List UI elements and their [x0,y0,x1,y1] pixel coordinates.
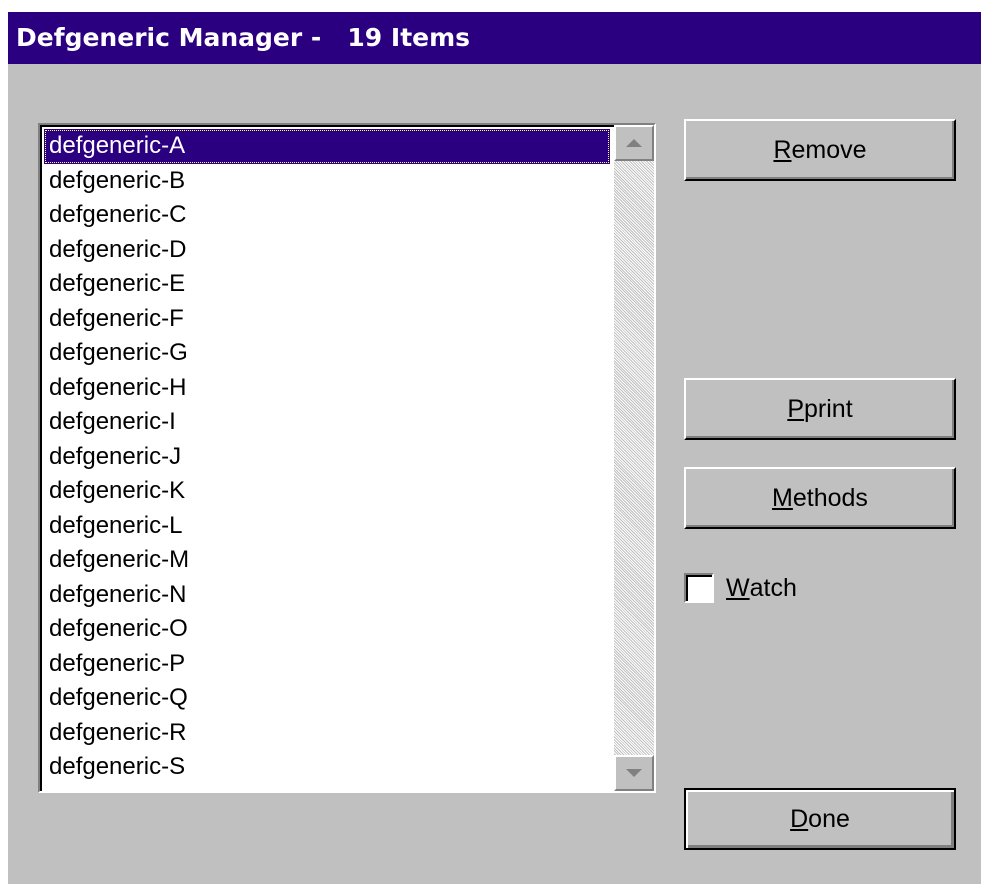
remove-button-label: emove [791,135,867,164]
watch-label: atch [749,573,797,602]
watch-checkbox[interactable] [684,573,714,603]
list-item[interactable]: defgeneric-B [44,164,610,199]
window-title: Defgeneric Manager - 19 Items [8,12,981,64]
scroll-up-button[interactable] [614,125,654,161]
done-button[interactable]: Done [684,788,956,850]
defgeneric-list[interactable]: defgeneric-A defgeneric-B defgeneric-C defg… [44,129,610,785]
list-item[interactable]: defgeneric-S [44,750,610,785]
list-item[interactable]: defgeneric-L [44,509,610,544]
list-item[interactable]: defgeneric-J [44,440,610,475]
done-button-label: one [808,804,850,833]
defgeneric-manager-window: Defgeneric Manager - 19 Items defgeneric… [8,12,981,884]
list-item[interactable]: defgeneric-G [44,336,610,371]
done-button-mnemonic: D [790,804,809,833]
list-item[interactable]: defgeneric-A [44,129,610,164]
scroll-down-button[interactable] [614,755,654,791]
pprint-button-mnemonic: P [787,394,805,423]
scroll-up-arrow-icon [626,139,642,147]
list-item[interactable]: defgeneric-E [44,267,610,302]
methods-button-mnemonic: M [772,483,793,512]
watch-checkbox-row[interactable]: Watch [684,568,797,608]
list-item[interactable]: defgeneric-N [44,578,610,613]
list-item[interactable]: defgeneric-K [44,474,610,509]
list-item[interactable]: defgeneric-C [44,198,610,233]
remove-button[interactable]: Remove [684,119,956,181]
list-item[interactable]: defgeneric-M [44,543,610,578]
remove-button-mnemonic: R [773,135,792,164]
list-item[interactable]: defgeneric-F [44,302,610,337]
defgeneric-listbox[interactable]: defgeneric-A defgeneric-B defgeneric-C defg… [38,123,656,793]
pprint-button[interactable]: Pprint [684,378,956,440]
list-item[interactable]: defgeneric-D [44,233,610,268]
methods-button[interactable]: Methods [684,467,956,529]
list-item[interactable]: defgeneric-H [44,371,610,406]
list-item[interactable]: defgeneric-Q [44,681,610,716]
scroll-down-arrow-icon [626,769,642,777]
list-item[interactable]: defgeneric-R [44,716,610,751]
vertical-scrollbar[interactable] [614,125,654,791]
methods-button-label: ethods [792,483,868,512]
watch-label-mnemonic: W [726,573,750,602]
list-item[interactable]: defgeneric-P [44,647,610,682]
list-item[interactable]: defgeneric-O [44,612,610,647]
pprint-button-label: print [804,394,853,423]
list-item[interactable]: defgeneric-I [44,405,610,440]
